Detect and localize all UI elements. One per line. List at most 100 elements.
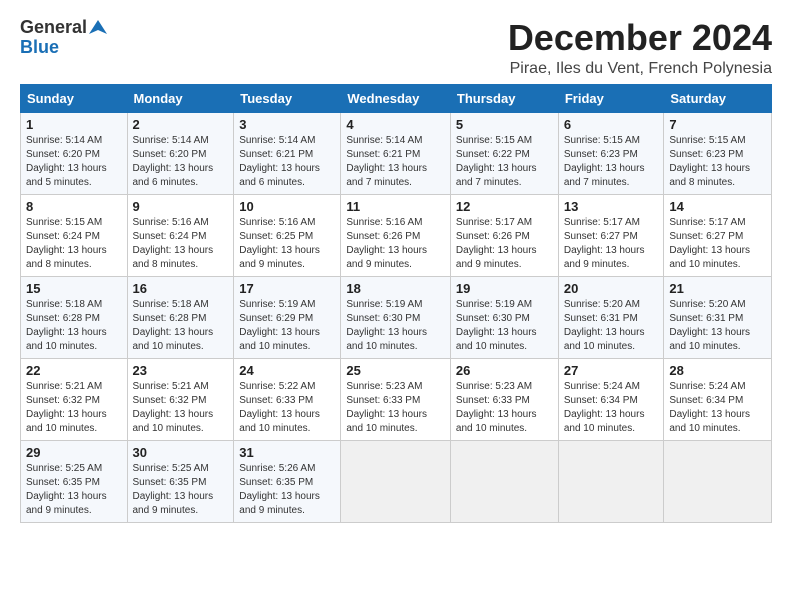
- day-number: 26: [456, 363, 553, 378]
- day-number: 28: [669, 363, 766, 378]
- calendar-cell: 22 Sunrise: 5:21 AMSunset: 6:32 PMDaylig…: [21, 358, 128, 440]
- calendar-table: Sunday Monday Tuesday Wednesday Thursday…: [20, 84, 772, 523]
- day-info: Sunrise: 5:17 AMSunset: 6:27 PMDaylight:…: [564, 217, 645, 270]
- day-info: Sunrise: 5:25 AMSunset: 6:35 PMDaylight:…: [133, 463, 214, 516]
- calendar-week-row: 29 Sunrise: 5:25 AMSunset: 6:35 PMDaylig…: [21, 440, 772, 522]
- calendar-cell: 23 Sunrise: 5:21 AMSunset: 6:32 PMDaylig…: [127, 358, 234, 440]
- day-number: 7: [669, 117, 766, 132]
- day-info: Sunrise: 5:25 AMSunset: 6:35 PMDaylight:…: [26, 463, 107, 516]
- day-info: Sunrise: 5:15 AMSunset: 6:22 PMDaylight:…: [456, 135, 537, 188]
- calendar-cell: 8 Sunrise: 5:15 AMSunset: 6:24 PMDayligh…: [21, 194, 128, 276]
- calendar-cell: 3 Sunrise: 5:14 AMSunset: 6:21 PMDayligh…: [234, 112, 341, 194]
- col-wednesday: Wednesday: [341, 84, 451, 112]
- col-tuesday: Tuesday: [234, 84, 341, 112]
- calendar-week-row: 1 Sunrise: 5:14 AMSunset: 6:20 PMDayligh…: [21, 112, 772, 194]
- col-sunday: Sunday: [21, 84, 128, 112]
- month-title: December 2024: [508, 18, 772, 58]
- calendar-cell: 13 Sunrise: 5:17 AMSunset: 6:27 PMDaylig…: [558, 194, 664, 276]
- day-info: Sunrise: 5:21 AMSunset: 6:32 PMDaylight:…: [26, 381, 107, 434]
- col-saturday: Saturday: [664, 84, 772, 112]
- day-number: 30: [133, 445, 229, 460]
- day-info: Sunrise: 5:16 AMSunset: 6:25 PMDaylight:…: [239, 217, 320, 270]
- day-number: 16: [133, 281, 229, 296]
- day-info: Sunrise: 5:14 AMSunset: 6:21 PMDaylight:…: [346, 135, 427, 188]
- logo-bird-icon: [89, 18, 107, 36]
- day-number: 21: [669, 281, 766, 296]
- calendar-cell: 7 Sunrise: 5:15 AMSunset: 6:23 PMDayligh…: [664, 112, 772, 194]
- day-info: Sunrise: 5:15 AMSunset: 6:24 PMDaylight:…: [26, 217, 107, 270]
- calendar-cell: 16 Sunrise: 5:18 AMSunset: 6:28 PMDaylig…: [127, 276, 234, 358]
- calendar-cell: 19 Sunrise: 5:19 AMSunset: 6:30 PMDaylig…: [450, 276, 558, 358]
- day-info: Sunrise: 5:15 AMSunset: 6:23 PMDaylight:…: [564, 135, 645, 188]
- calendar-page: General Blue December 2024 Pirae, Iles d…: [0, 0, 792, 533]
- day-number: 3: [239, 117, 335, 132]
- logo-general-text: General: [20, 18, 87, 38]
- logo: General Blue: [20, 18, 107, 58]
- calendar-cell: 29 Sunrise: 5:25 AMSunset: 6:35 PMDaylig…: [21, 440, 128, 522]
- day-number: 27: [564, 363, 659, 378]
- day-info: Sunrise: 5:17 AMSunset: 6:27 PMDaylight:…: [669, 217, 750, 270]
- calendar-cell: 24 Sunrise: 5:22 AMSunset: 6:33 PMDaylig…: [234, 358, 341, 440]
- col-monday: Monday: [127, 84, 234, 112]
- day-number: 31: [239, 445, 335, 460]
- day-number: 13: [564, 199, 659, 214]
- calendar-cell: 21 Sunrise: 5:20 AMSunset: 6:31 PMDaylig…: [664, 276, 772, 358]
- day-number: 11: [346, 199, 445, 214]
- day-info: Sunrise: 5:18 AMSunset: 6:28 PMDaylight:…: [133, 299, 214, 352]
- calendar-cell: 1 Sunrise: 5:14 AMSunset: 6:20 PMDayligh…: [21, 112, 128, 194]
- calendar-cell: [558, 440, 664, 522]
- calendar-week-row: 22 Sunrise: 5:21 AMSunset: 6:32 PMDaylig…: [21, 358, 772, 440]
- calendar-cell: 26 Sunrise: 5:23 AMSunset: 6:33 PMDaylig…: [450, 358, 558, 440]
- day-info: Sunrise: 5:18 AMSunset: 6:28 PMDaylight:…: [26, 299, 107, 352]
- day-number: 18: [346, 281, 445, 296]
- day-info: Sunrise: 5:19 AMSunset: 6:29 PMDaylight:…: [239, 299, 320, 352]
- calendar-cell: 25 Sunrise: 5:23 AMSunset: 6:33 PMDaylig…: [341, 358, 451, 440]
- day-number: 5: [456, 117, 553, 132]
- day-info: Sunrise: 5:22 AMSunset: 6:33 PMDaylight:…: [239, 381, 320, 434]
- calendar-cell: 5 Sunrise: 5:15 AMSunset: 6:22 PMDayligh…: [450, 112, 558, 194]
- calendar-cell: 31 Sunrise: 5:26 AMSunset: 6:35 PMDaylig…: [234, 440, 341, 522]
- calendar-cell: 20 Sunrise: 5:20 AMSunset: 6:31 PMDaylig…: [558, 276, 664, 358]
- day-number: 29: [26, 445, 122, 460]
- calendar-cell: 14 Sunrise: 5:17 AMSunset: 6:27 PMDaylig…: [664, 194, 772, 276]
- page-header: General Blue December 2024 Pirae, Iles d…: [20, 18, 772, 78]
- day-info: Sunrise: 5:19 AMSunset: 6:30 PMDaylight:…: [346, 299, 427, 352]
- calendar-cell: 10 Sunrise: 5:16 AMSunset: 6:25 PMDaylig…: [234, 194, 341, 276]
- day-info: Sunrise: 5:26 AMSunset: 6:35 PMDaylight:…: [239, 463, 320, 516]
- day-info: Sunrise: 5:14 AMSunset: 6:21 PMDaylight:…: [239, 135, 320, 188]
- calendar-cell: 15 Sunrise: 5:18 AMSunset: 6:28 PMDaylig…: [21, 276, 128, 358]
- day-number: 19: [456, 281, 553, 296]
- day-number: 6: [564, 117, 659, 132]
- day-info: Sunrise: 5:24 AMSunset: 6:34 PMDaylight:…: [564, 381, 645, 434]
- calendar-week-row: 8 Sunrise: 5:15 AMSunset: 6:24 PMDayligh…: [21, 194, 772, 276]
- day-info: Sunrise: 5:19 AMSunset: 6:30 PMDaylight:…: [456, 299, 537, 352]
- calendar-cell: 27 Sunrise: 5:24 AMSunset: 6:34 PMDaylig…: [558, 358, 664, 440]
- day-number: 25: [346, 363, 445, 378]
- calendar-cell: 12 Sunrise: 5:17 AMSunset: 6:26 PMDaylig…: [450, 194, 558, 276]
- day-info: Sunrise: 5:23 AMSunset: 6:33 PMDaylight:…: [456, 381, 537, 434]
- calendar-week-row: 15 Sunrise: 5:18 AMSunset: 6:28 PMDaylig…: [21, 276, 772, 358]
- col-thursday: Thursday: [450, 84, 558, 112]
- day-number: 15: [26, 281, 122, 296]
- day-number: 9: [133, 199, 229, 214]
- calendar-cell: 4 Sunrise: 5:14 AMSunset: 6:21 PMDayligh…: [341, 112, 451, 194]
- day-number: 12: [456, 199, 553, 214]
- day-info: Sunrise: 5:23 AMSunset: 6:33 PMDaylight:…: [346, 381, 427, 434]
- calendar-cell: 17 Sunrise: 5:19 AMSunset: 6:29 PMDaylig…: [234, 276, 341, 358]
- day-info: Sunrise: 5:15 AMSunset: 6:23 PMDaylight:…: [669, 135, 750, 188]
- calendar-cell: [450, 440, 558, 522]
- logo-blue-text: Blue: [20, 38, 59, 58]
- day-info: Sunrise: 5:21 AMSunset: 6:32 PMDaylight:…: [133, 381, 214, 434]
- day-number: 20: [564, 281, 659, 296]
- calendar-cell: 30 Sunrise: 5:25 AMSunset: 6:35 PMDaylig…: [127, 440, 234, 522]
- calendar-header-row: Sunday Monday Tuesday Wednesday Thursday…: [21, 84, 772, 112]
- calendar-cell: 2 Sunrise: 5:14 AMSunset: 6:20 PMDayligh…: [127, 112, 234, 194]
- calendar-cell: 6 Sunrise: 5:15 AMSunset: 6:23 PMDayligh…: [558, 112, 664, 194]
- day-number: 23: [133, 363, 229, 378]
- day-number: 8: [26, 199, 122, 214]
- day-number: 17: [239, 281, 335, 296]
- calendar-cell: 9 Sunrise: 5:16 AMSunset: 6:24 PMDayligh…: [127, 194, 234, 276]
- calendar-cell: 28 Sunrise: 5:24 AMSunset: 6:34 PMDaylig…: [664, 358, 772, 440]
- day-info: Sunrise: 5:16 AMSunset: 6:26 PMDaylight:…: [346, 217, 427, 270]
- day-info: Sunrise: 5:14 AMSunset: 6:20 PMDaylight:…: [133, 135, 214, 188]
